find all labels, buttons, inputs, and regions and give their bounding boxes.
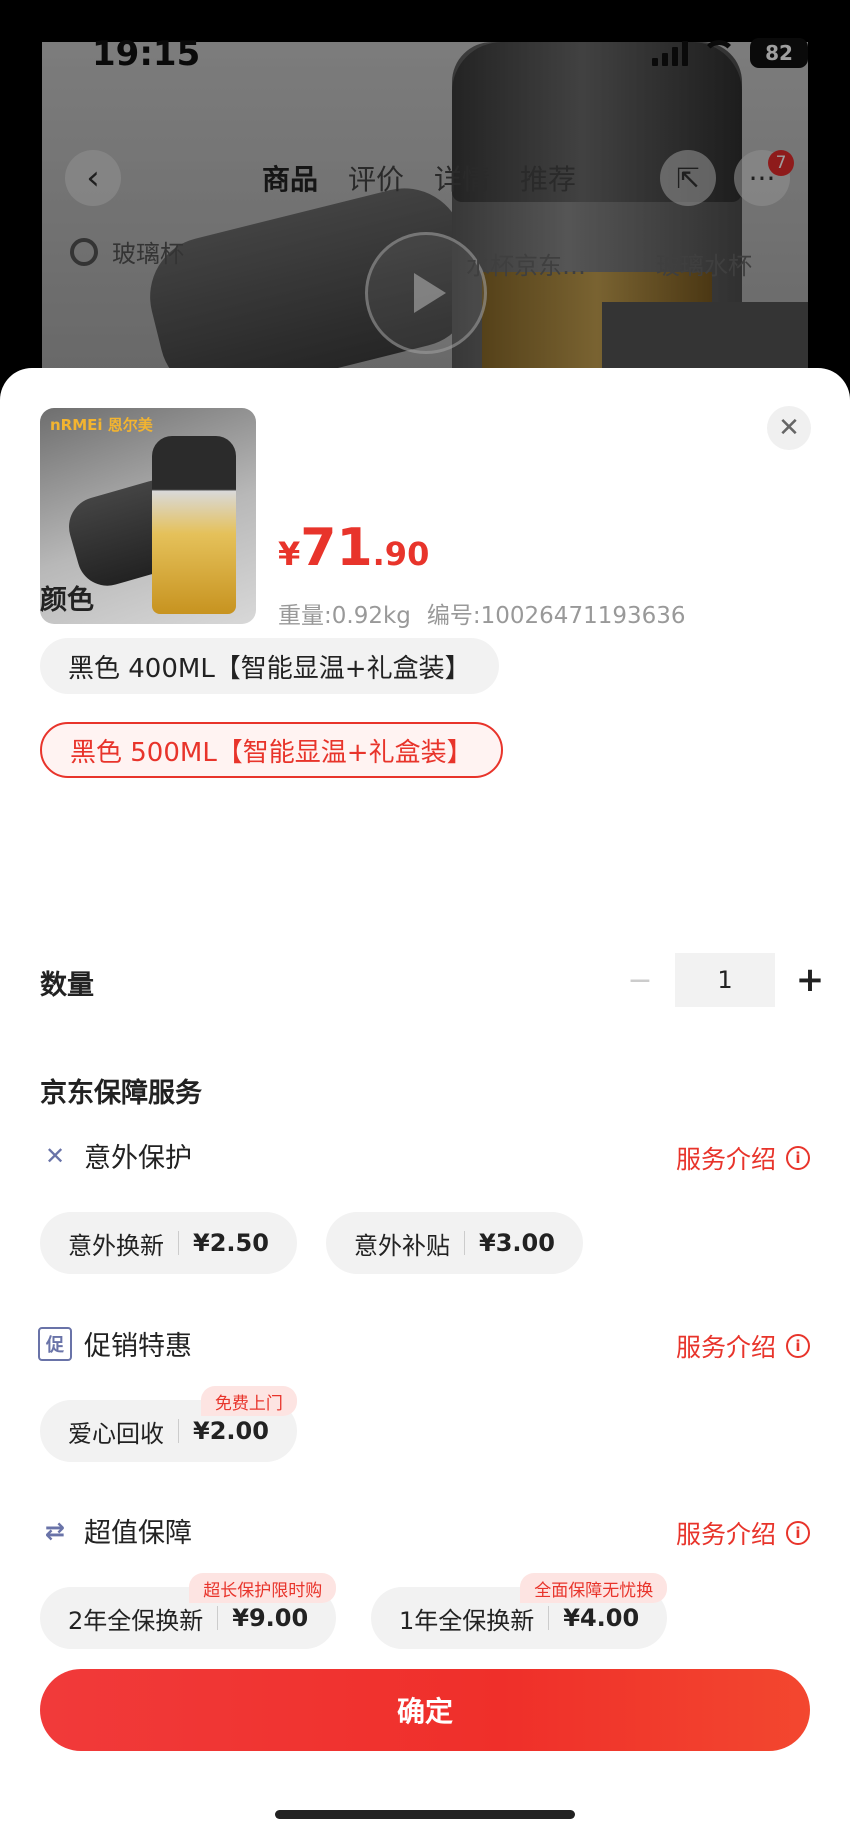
service-intro-label: 服务介绍	[675, 1145, 776, 1174]
chip-price: ¥9.00	[232, 1604, 309, 1632]
chip-label: 1年全保换新	[399, 1606, 535, 1635]
tools-icon: ✕	[44, 1141, 66, 1170]
close-button[interactable]: ✕	[767, 406, 811, 450]
service-option-chip[interactable]: 1年全保换新 ¥4.00 全面保障无忧换	[371, 1573, 668, 1649]
service-section-title: 京东保障服务	[40, 1078, 202, 1109]
confirm-button[interactable]: 确定	[40, 1669, 810, 1751]
brand-logo: nRMEi 恩尔美	[50, 416, 153, 434]
service-group-value: ⇄ 超值保障	[38, 1511, 192, 1550]
service-group-name: 意外保护	[84, 1143, 192, 1174]
chip-promo-tag: 超长保护限时购	[189, 1573, 337, 1603]
service-group-promo: 促 促销特惠	[38, 1324, 192, 1363]
quantity-title: 数量	[40, 970, 94, 1001]
info-icon: i	[786, 1334, 810, 1358]
chip-promo-tag: 全面保障无忧换	[520, 1573, 668, 1603]
color-section-title: 颜色	[40, 585, 94, 616]
chip-price: ¥2.00	[193, 1417, 269, 1445]
quantity-decrease-button[interactable]: −	[615, 963, 665, 998]
service-option-chip[interactable]: 2年全保换新 ¥9.00 超长保护限时购	[40, 1573, 337, 1649]
chip-label: 2年全保换新	[68, 1606, 204, 1635]
service-intro-label: 服务介绍	[675, 1520, 776, 1549]
quantity-input[interactable]: 1	[675, 953, 775, 1007]
quantity-stepper: − 1 +	[615, 953, 835, 1007]
home-indicator[interactable]	[275, 1810, 575, 1819]
chip-price: ¥4.00	[563, 1604, 640, 1632]
chip-label: 意外换新	[68, 1231, 164, 1260]
service-intro-link[interactable]: 服务介绍 i	[676, 1328, 810, 1364]
color-option[interactable]: 黑色 400ML【智能显温+礼盒装】	[40, 638, 499, 694]
close-icon: ✕	[778, 413, 800, 443]
service-group-name: 促销特惠	[84, 1331, 192, 1362]
exchange-icon: ⇄	[44, 1516, 66, 1545]
service-option-chip[interactable]: 意外换新 ¥2.50	[40, 1212, 297, 1274]
chip-label: 爱心回收	[68, 1419, 164, 1448]
chip-promo-tag: 免费上门	[200, 1386, 297, 1416]
chip-label: 意外补贴	[354, 1231, 450, 1260]
service-group-accident: ✕ 意外保护	[38, 1136, 192, 1175]
chip-price: ¥2.50	[193, 1229, 269, 1257]
quantity-increase-button[interactable]: +	[785, 960, 835, 1000]
service-option-chip[interactable]: 意外补贴 ¥3.00	[326, 1212, 583, 1274]
modal-overlay[interactable]	[0, 0, 850, 400]
sku-selector-sheet: nRMEi 恩尔美 ✕ ¥ 71 .90 重量:0.92kg 编号:100264…	[0, 368, 850, 1839]
product-sku: 编号:10026471193636	[426, 603, 686, 629]
service-intro-link[interactable]: 服务介绍 i	[676, 1515, 810, 1551]
product-spec: 重量:0.92kg 编号:10026471193636	[278, 596, 686, 630]
price-symbol: ¥	[278, 535, 301, 573]
price-decimal: .90	[372, 535, 430, 573]
product-price: ¥ 71 .90	[278, 518, 429, 578]
service-intro-label: 服务介绍	[675, 1333, 776, 1362]
price-integer: 71	[300, 518, 373, 578]
promo-icon: 促	[38, 1326, 72, 1361]
color-option-selected[interactable]: 黑色 500ML【智能显温+礼盒装】	[40, 722, 503, 778]
product-weight: 重量:0.92kg	[278, 603, 411, 629]
service-intro-link[interactable]: 服务介绍 i	[676, 1140, 810, 1176]
service-option-chip[interactable]: 爱心回收 ¥2.00 免费上门	[40, 1386, 297, 1462]
info-icon: i	[786, 1146, 810, 1170]
info-icon: i	[786, 1521, 810, 1545]
service-group-name: 超值保障	[84, 1518, 192, 1549]
chip-price: ¥3.00	[479, 1229, 555, 1257]
